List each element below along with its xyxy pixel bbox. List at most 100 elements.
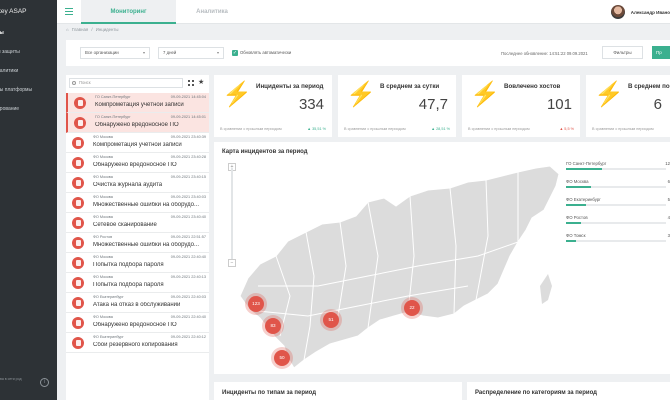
incident-region: ФО Москва xyxy=(93,215,113,219)
map-land xyxy=(239,165,560,369)
legend-item[interactable]: ФО Екатеринбург 5 xyxy=(565,197,670,215)
grid-view-icon[interactable] xyxy=(188,80,194,86)
incident-title: Сетевое сканирование xyxy=(93,222,157,228)
incident-time: 09-09-2021 22:40:40 xyxy=(170,255,206,259)
list-item[interactable]: ФО Ростов 09-09-2021 22:51:57 Множественны… xyxy=(66,233,209,253)
legend-region: ГО Санкт-Петербург xyxy=(566,161,607,166)
russia-map[interactable] xyxy=(218,146,563,374)
categories-panel-title: Распределение по категориям за период xyxy=(475,390,597,396)
tab-monitoring[interactable]: Мониторинг xyxy=(81,0,176,24)
menu-icon[interactable] xyxy=(65,8,73,15)
list-item[interactable]: ФО Москва 09-09-2021 23:40:28 Обнаружено в… xyxy=(66,153,209,173)
list-item[interactable]: ГО Санкт-Петербург 09-09-2021 14:45:04 Ком… xyxy=(66,93,209,113)
incident-time: 09-09-2021 23:40:15 xyxy=(170,175,206,179)
list-item[interactable]: ФО Екатеринбург 09-09-2021 22:40:03 Атака … xyxy=(66,293,209,313)
kpi-title: Инциденты за период xyxy=(256,83,324,90)
sidebar-item-platform[interactable]: ры платформы xyxy=(0,81,57,100)
incident-title: Атака на отказ в обслуживании xyxy=(93,302,181,308)
kpi-card: ⚡ В среднем по Орган 6 В сравнении с прошлы… xyxy=(586,75,670,137)
search-input[interactable]: Поиск xyxy=(69,78,183,88)
list-item[interactable]: ФО Москва 09-09-2021 23:40:40 Сетевое скан… xyxy=(66,213,209,233)
legend-item[interactable]: ФО Томск 3 xyxy=(565,233,670,251)
apply-button[interactable]: Пр xyxy=(652,46,670,59)
incident-region: ФО Москва xyxy=(93,175,113,179)
incident-region: ГО Санкт-Петербург xyxy=(95,95,131,99)
period-select[interactable]: 7 дней ▾ xyxy=(158,47,224,59)
period-select-value: 7 дней xyxy=(163,50,177,55)
incident-title: Попытка подбора пароля xyxy=(93,282,164,288)
sidebar-item-protection[interactable]: ы защиты xyxy=(0,43,57,62)
incident-time: 09-09-2021 22:40:13 xyxy=(170,275,206,279)
incident-list-panel: Поиск ★ ГО Санкт-Петербург 09-09-2021 14:… xyxy=(66,75,209,400)
legend-bar xyxy=(566,186,666,188)
breadcrumb-current: Инциденты xyxy=(95,27,119,32)
sidebar-item-incidents[interactable]: ты xyxy=(0,24,57,43)
lightning-icon: ⚡ xyxy=(594,81,624,108)
info-icon[interactable]: i xyxy=(40,378,49,387)
list-item[interactable]: ФО Екатеринбург 09-09-2021 22:40:12 Сбой р… xyxy=(66,333,209,353)
top-bar: Мониторинг Аналитика Александр Ивано xyxy=(57,0,670,24)
kpi-value: 6 xyxy=(653,96,662,113)
legend-item[interactable]: ГО Санкт-Петербург 12 xyxy=(565,161,670,179)
map-marker[interactable]: 50 xyxy=(274,350,290,366)
legend-count: 12 xyxy=(665,161,670,166)
breadcrumb-home[interactable]: Главная xyxy=(72,27,88,32)
types-panel: Инциденты по типам за период xyxy=(214,382,462,400)
incident-icon xyxy=(72,157,84,169)
kpi-delta: ▲ 28,51 % xyxy=(431,127,450,131)
list-item[interactable]: ФО Москва 09-09-2021 22:40:13 Попытка подб… xyxy=(66,273,209,293)
incident-time: 09-09-2021 14:45:01 xyxy=(170,115,206,119)
home-icon[interactable]: ⌂ xyxy=(66,27,69,32)
incident-icon xyxy=(72,137,84,149)
auto-update-checkbox[interactable]: ✓ xyxy=(232,50,238,56)
list-item[interactable]: ФО Москва 09-09-2021 23:40:03 Множественны… xyxy=(66,193,209,213)
list-item[interactable]: ФО Москва 09-09-2021 23:40:15 Очистка журн… xyxy=(66,173,209,193)
kpi-card: ⚡ Вовлечено хостов 101 В сравнении с прошлы… xyxy=(462,75,580,137)
map-marker[interactable]: 83 xyxy=(265,318,281,334)
kpi-delta: ▲ 35,51 % xyxy=(307,127,326,131)
map-marker[interactable]: 22 xyxy=(404,300,420,316)
incident-region: ФО Москва xyxy=(93,255,113,259)
incident-region: ФО Екатеринбург xyxy=(93,335,124,339)
incident-icon xyxy=(74,97,86,109)
list-item[interactable]: ФО Москва 09-09-2021 22:40:40 Попытка подб… xyxy=(66,253,209,273)
incident-icon xyxy=(72,337,84,349)
auto-update-label: Обновлять автоматически xyxy=(240,50,292,55)
legend-item[interactable]: ФО Москва 6 xyxy=(565,179,670,197)
legend-item[interactable]: ФО Ростов 4 xyxy=(565,215,670,233)
incident-time: 09-09-2021 22:40:12 xyxy=(170,335,206,339)
sidebar-item-analytics[interactable]: налитики xyxy=(0,62,57,81)
categories-panel: Распределение по категориям за период xyxy=(467,382,670,400)
map-marker[interactable]: 51 xyxy=(323,312,339,328)
sidebar: nkey ASAP ты ы защиты налитики ры платфо… xyxy=(0,0,57,400)
filters-button[interactable]: Фильтры xyxy=(602,46,643,59)
map-marker[interactable]: 123 xyxy=(248,296,264,312)
lightning-icon: ⚡ xyxy=(346,81,376,108)
organization-select[interactable]: Все организации ▾ xyxy=(80,47,150,59)
breadcrumb-separator: / xyxy=(91,27,93,32)
list-item[interactable]: ГО Санкт-Петербург 09-09-2021 14:45:01 Обн… xyxy=(66,113,209,133)
kpi-title: Вовлечено хостов xyxy=(504,83,561,90)
sidebar-footer: ва в сети род i xyxy=(0,374,57,394)
incident-title: Компрометация учётной записи xyxy=(95,102,184,108)
legend-bar xyxy=(566,204,666,206)
user-menu[interactable]: Александр Ивано xyxy=(610,0,670,24)
incident-title: Попытка подбора пароля xyxy=(93,262,164,268)
search-placeholder: Поиск xyxy=(79,80,91,85)
legend-bar xyxy=(566,222,666,224)
incident-region: ФО Москва xyxy=(93,275,113,279)
chevron-down-icon: ▾ xyxy=(142,50,145,55)
legend-bar xyxy=(566,168,666,170)
sidebar-item-admin[interactable]: ирование xyxy=(0,100,57,119)
incident-title: Обнаружено вредоносное ПО xyxy=(95,122,179,128)
star-icon[interactable]: ★ xyxy=(198,78,204,86)
incident-region: ФО Москва xyxy=(93,315,113,319)
list-item[interactable]: ФО Москва 09-09-2021 22:40:40 Обнаружено в… xyxy=(66,313,209,333)
breadcrumb: ⌂ Главная / Инциденты xyxy=(66,27,120,32)
incident-icon xyxy=(72,237,84,249)
incident-region: ФО Москва xyxy=(93,155,113,159)
legend-region: ФО Ростов xyxy=(566,215,588,220)
tab-analytics[interactable]: Аналитика xyxy=(176,0,248,24)
list-item[interactable]: ФО Москва 09-09-2021 23:40:39 Компрометаци… xyxy=(66,133,209,153)
lightning-icon: ⚡ xyxy=(470,81,500,108)
